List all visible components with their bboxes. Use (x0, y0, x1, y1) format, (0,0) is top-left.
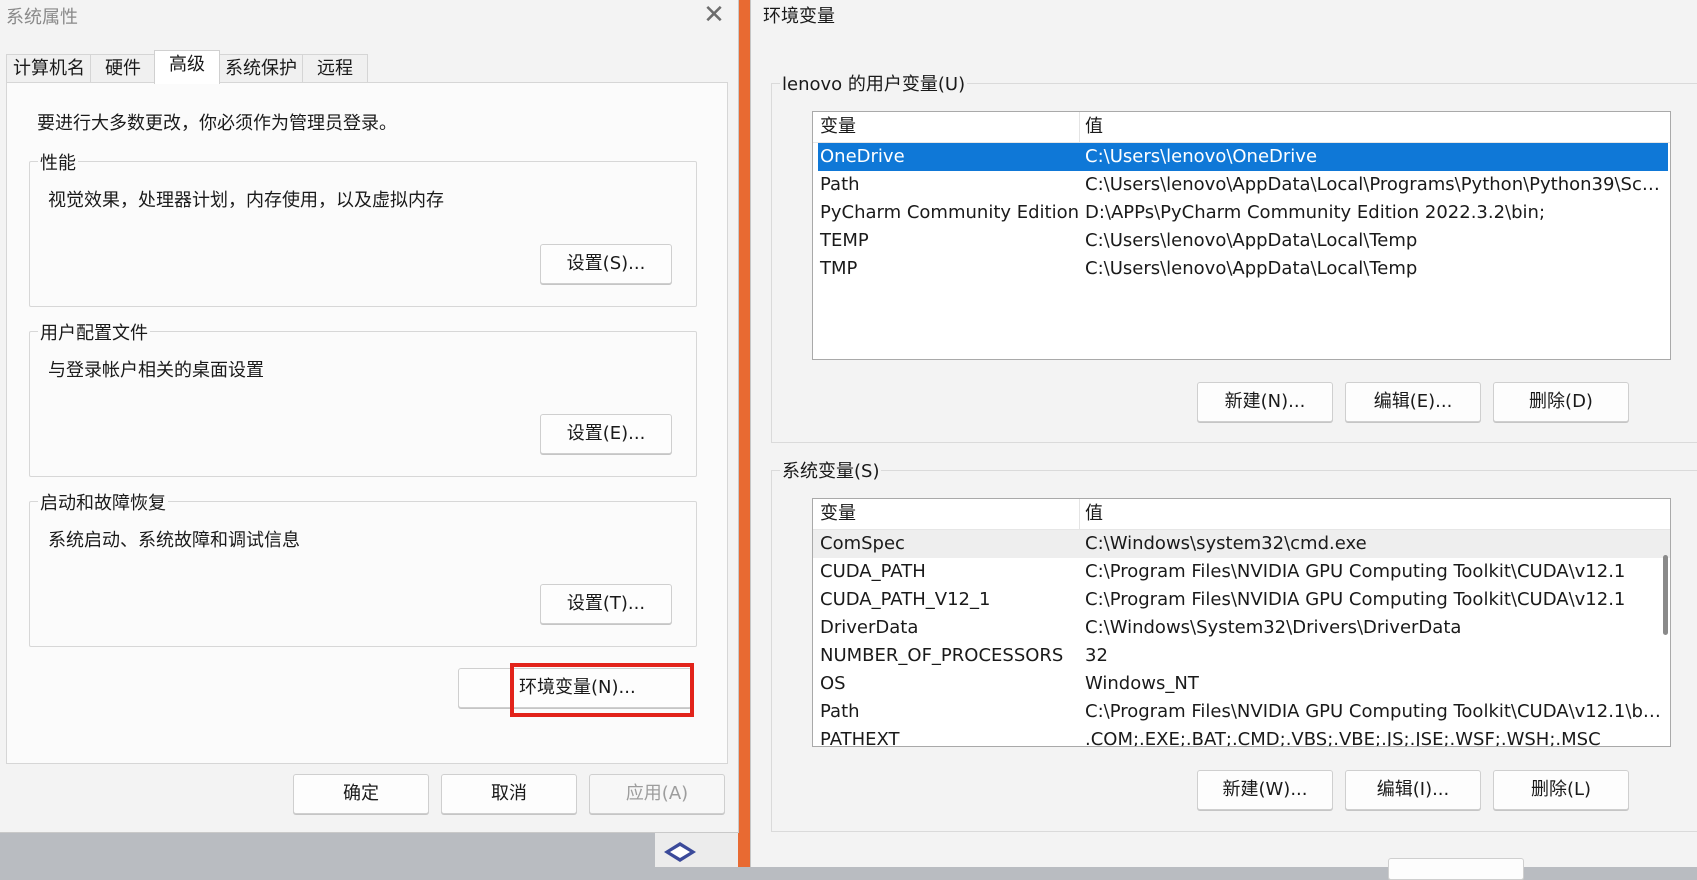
list-item[interactable]: TEMP C:\Users\lenovo\AppData\Local\Temp (813, 227, 1670, 255)
close-icon[interactable]: ✕ (700, 2, 728, 30)
list-item[interactable]: Path C:\Users\lenovo\AppData\Local\Progr… (813, 171, 1670, 199)
variable-name: OS (820, 673, 846, 694)
variable-value: D:\APPs\PyCharm Community Edition 2022.3… (1085, 202, 1546, 223)
scrollbar-thumb[interactable] (1663, 555, 1668, 635)
variable-name: CUDA_PATH (820, 561, 926, 582)
list-item[interactable]: DriverData C:\Windows\System32\Drivers\D… (813, 614, 1670, 642)
system-variables-section: 系统变量(S) 变量 值 ComSpec C:\Windows\system32… (771, 457, 1697, 832)
variable-name: TMP (820, 258, 858, 279)
dialog-title: 系统属性 (6, 7, 78, 28)
list-item[interactable]: Path C:\Program Files\NVIDIA GPU Computi… (813, 698, 1670, 726)
user-delete-button[interactable]: 删除(D) (1493, 382, 1629, 422)
list-item[interactable]: TMP C:\Users\lenovo\AppData\Local\Temp (813, 255, 1670, 283)
variable-value: C:\Users\lenovo\AppData\Local\Temp (1085, 258, 1418, 279)
column-header-value[interactable]: 值 (1085, 112, 1103, 142)
startup-recovery-settings-button[interactable]: 设置(T)... (540, 584, 672, 624)
variable-value: C:\Users\lenovo\AppData\Local\Programs\P… (1085, 174, 1665, 195)
list-item[interactable]: CUDA_PATH C:\Program Files\NVIDIA GPU Co… (813, 558, 1670, 586)
section-title: 系统变量(S) (780, 457, 882, 483)
user-variables-section: lenovo 的用户变量(U) 变量 值 OneDrive C:\Users\l… (771, 70, 1697, 443)
ok-button-partial[interactable] (1388, 858, 1524, 880)
variable-value: C:\Windows\System32\Drivers\DriverData (1085, 617, 1462, 638)
variable-value: C:\Users\lenovo\OneDrive (1085, 146, 1318, 167)
variable-value: C:\Program Files\NVIDIA GPU Computing To… (1085, 701, 1665, 722)
performance-group: 性能 视觉效果，处理器计划，内存使用，以及虚拟内存 设置(S)... (29, 149, 697, 307)
tab-hardware[interactable]: 硬件 (90, 54, 156, 83)
variable-value: C:\Users\lenovo\AppData\Local\Temp (1085, 230, 1418, 251)
background-accent-strip (738, 0, 750, 867)
environment-variables-dialog: 环境变量 lenovo 的用户变量(U) 变量 值 OneDrive C:\Us… (750, 0, 1697, 880)
variable-value: 32 (1085, 645, 1108, 666)
variable-value: C:\Program Files\NVIDIA GPU Computing To… (1085, 561, 1626, 582)
advanced-tab-page: 要进行大多数更改，你必须作为管理员登录。 性能 视觉效果，处理器计划，内存使用，… (6, 82, 728, 764)
system-properties-dialog: 系统属性 ✕ 计算机名 硬件 高级 系统保护 远程 要进行大多数更改，你必须作为… (0, 0, 739, 833)
performance-settings-button[interactable]: 设置(S)... (540, 244, 672, 284)
variable-name: Path (820, 701, 860, 722)
cancel-button[interactable]: 取消 (441, 774, 577, 814)
variable-value: C:\Program Files\NVIDIA GPU Computing To… (1085, 589, 1626, 610)
variable-name: ComSpec (820, 533, 905, 554)
tab-advanced[interactable]: 高级 (154, 50, 220, 84)
user-edit-button[interactable]: 编辑(E)... (1345, 382, 1481, 422)
column-separator[interactable] (1079, 499, 1080, 529)
system-delete-button[interactable]: 删除(L) (1493, 770, 1629, 810)
group-description: 视觉效果，处理器计划，内存使用，以及虚拟内存 (48, 190, 444, 211)
ok-button[interactable]: 确定 (293, 774, 429, 814)
list-item[interactable]: OneDrive C:\Users\lenovo\OneDrive (818, 143, 1668, 171)
column-header-variable[interactable]: 变量 (820, 499, 856, 529)
tab-remote[interactable]: 远程 (302, 54, 368, 83)
list-item[interactable]: NUMBER_OF_PROCESSORS 32 (813, 642, 1670, 670)
variable-name: OneDrive (820, 146, 905, 167)
section-title: lenovo 的用户变量(U) (780, 70, 968, 96)
group-description: 与登录帐户相关的桌面设置 (48, 360, 264, 381)
user-new-button[interactable]: 新建(N)... (1197, 382, 1333, 422)
dialog-title: 环境变量 (763, 6, 835, 27)
variable-name: NUMBER_OF_PROCESSORS (820, 645, 1064, 666)
admin-notice: 要进行大多数更改，你必须作为管理员登录。 (37, 113, 397, 134)
group-title: 性能 (38, 149, 78, 175)
user-profiles-group: 用户配置文件 与登录帐户相关的桌面设置 设置(E)... (29, 319, 697, 477)
list-item[interactable]: PATHEXT .COM;.EXE;.BAT;.CMD;.VBS;.VBE;.J… (813, 726, 1670, 747)
variable-name: CUDA_PATH_V12_1 (820, 589, 991, 610)
dialog-footer: 确定 取消 应用(A) (0, 764, 738, 832)
tab-system-protection[interactable]: 系统保护 (218, 54, 304, 83)
group-title: 启动和故障恢复 (38, 489, 168, 515)
system-edit-button[interactable]: 编辑(I)... (1345, 770, 1481, 810)
variable-value: Windows_NT (1085, 673, 1199, 694)
startup-recovery-group: 启动和故障恢复 系统启动、系统故障和调试信息 设置(T)... (29, 489, 697, 647)
column-separator[interactable] (1079, 112, 1080, 142)
variable-value: .COM;.EXE;.BAT;.CMD;.VBS;.VBE;.JS;.JSE;.… (1085, 729, 1601, 747)
apply-button[interactable]: 应用(A) (589, 774, 725, 814)
variable-value: C:\Windows\system32\cmd.exe (1085, 533, 1367, 554)
variable-name: DriverData (820, 617, 919, 638)
list-header: 变量 值 (813, 112, 1670, 143)
group-description: 系统启动、系统故障和调试信息 (48, 530, 300, 551)
list-item[interactable]: CUDA_PATH_V12_1 C:\Program Files\NVIDIA … (813, 586, 1670, 614)
list-item[interactable]: ComSpec C:\Windows\system32\cmd.exe (813, 530, 1670, 558)
system-variables-list[interactable]: 变量 值 ComSpec C:\Windows\system32\cmd.exe… (812, 498, 1671, 747)
column-header-value[interactable]: 值 (1085, 499, 1103, 529)
taskbar-app-icon (664, 842, 696, 862)
system-new-button[interactable]: 新建(W)... (1197, 770, 1333, 810)
user-variables-list[interactable]: 变量 值 OneDrive C:\Users\lenovo\OneDrive P… (812, 111, 1671, 360)
user-profiles-settings-button[interactable]: 设置(E)... (540, 414, 672, 454)
list-header: 变量 值 (813, 499, 1670, 530)
variable-name: PyCharm Community Edition (820, 202, 1080, 223)
variable-name: PATHEXT (820, 729, 900, 747)
column-header-variable[interactable]: 变量 (820, 112, 856, 142)
variable-name: TEMP (820, 230, 869, 251)
group-title: 用户配置文件 (38, 319, 150, 345)
tab-computer-name[interactable]: 计算机名 (6, 54, 92, 83)
list-item[interactable]: PyCharm Community Edition D:\APPs\PyChar… (813, 199, 1670, 227)
highlight-box (510, 663, 694, 717)
variable-name: Path (820, 174, 860, 195)
list-item[interactable]: OS Windows_NT (813, 670, 1670, 698)
